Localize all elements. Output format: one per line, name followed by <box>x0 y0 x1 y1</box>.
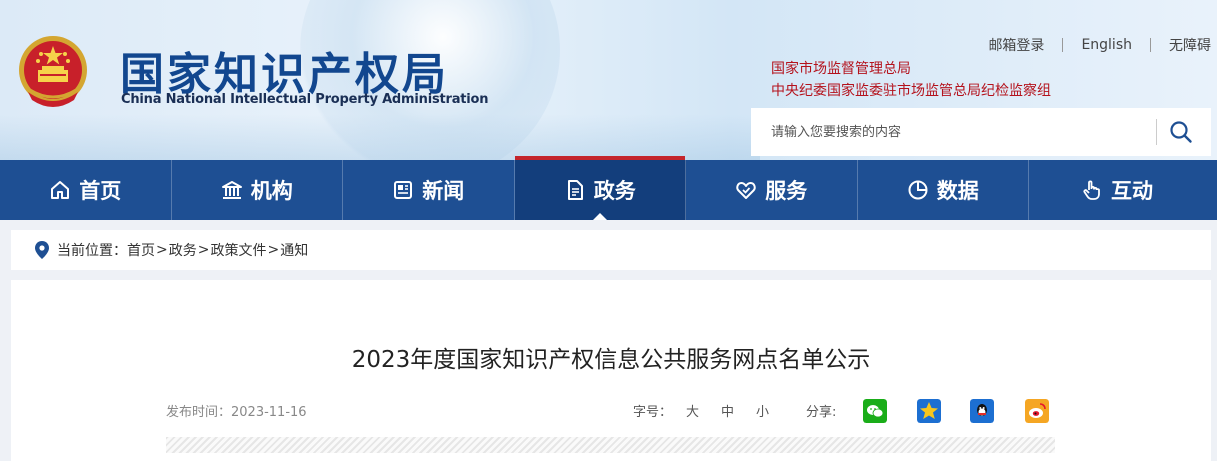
search-icon[interactable] <box>1169 120 1193 144</box>
breadcrumb-government[interactable]: 政务 <box>169 240 197 260</box>
national-emblem-icon <box>19 36 87 107</box>
font-size-small[interactable]: 小 <box>756 401 769 420</box>
nav-item-news[interactable]: 新闻 <box>343 160 515 220</box>
breadcrumb-policy-docs[interactable]: 政策文件 <box>210 240 266 260</box>
news-icon <box>394 181 413 199</box>
weibo-icon[interactable] <box>1025 399 1049 423</box>
search-input[interactable] <box>751 108 1156 156</box>
search-divider <box>1156 119 1157 145</box>
breadcrumb-separator: > <box>156 242 168 258</box>
document-icon <box>567 180 583 200</box>
top-links: 邮箱登录 English 无障碍 <box>970 35 1211 55</box>
nav-item-interaction[interactable]: 互动 <box>1029 160 1205 220</box>
top-link-email-login[interactable]: 邮箱登录 <box>970 35 1062 55</box>
location-pin-icon <box>35 241 49 259</box>
site-header: 国家知识产权局 China National Intellectual Prop… <box>0 0 1217 160</box>
nav-label: 政务 <box>593 179 636 203</box>
site-subtitle-en: China National Intellectual Property Adm… <box>121 92 489 107</box>
wechat-icon[interactable] <box>863 399 887 423</box>
qq-icon[interactable] <box>970 399 994 423</box>
font-size-label: 字号： <box>633 405 673 420</box>
heart-hand-icon <box>736 182 756 199</box>
breadcrumb-prefix: 当前位置： <box>57 243 127 259</box>
breadcrumb-separator: > <box>197 242 210 258</box>
nav-label: 首页 <box>79 179 122 203</box>
skyline-decoration <box>0 114 760 160</box>
divider-stripe <box>166 437 1055 453</box>
article-title: 2023年度国家知识产权信息公共服务网点名单公示 <box>351 347 871 373</box>
main-nav: 首页 机构 新闻 政务 服务 数据 互动 <box>0 156 1217 220</box>
breadcrumb-separator: > <box>267 242 280 258</box>
publish-date: 发布时间：2023-11-16 <box>166 405 307 420</box>
nav-label: 机构 <box>250 179 293 203</box>
home-icon <box>51 181 70 199</box>
nav-item-data[interactable]: 数据 <box>858 160 1029 220</box>
nav-label: 数据 <box>936 179 979 203</box>
hand-pointer-icon <box>1083 180 1100 200</box>
org-link-samr[interactable]: 国家市场监督管理总局 <box>771 58 911 78</box>
qzone-icon[interactable] <box>917 399 941 423</box>
institution-icon <box>221 181 242 199</box>
nav-item-government[interactable]: 政务 <box>514 156 686 220</box>
font-size-controls: 字号： 大 中 小 <box>633 401 769 420</box>
share-label: 分享: <box>806 405 837 420</box>
nav-item-service[interactable]: 服务 <box>686 160 858 220</box>
top-link-english[interactable]: English <box>1063 37 1150 53</box>
org-link-discipline[interactable]: 中央纪委国家监委驻市场监管总局纪检监察组 <box>771 80 1051 100</box>
nav-label: 新闻 <box>422 179 465 203</box>
breadcrumb-home[interactable]: 首页 <box>127 240 155 260</box>
top-link-accessibility[interactable]: 无障碍 <box>1151 35 1211 55</box>
nav-label: 互动 <box>1111 179 1153 203</box>
nav-item-home[interactable]: 首页 <box>0 160 172 220</box>
nav-label: 服务 <box>765 179 808 203</box>
pie-chart-icon <box>908 180 928 200</box>
breadcrumb: 当前位置： 首页 > 政务 > 政策文件 > 通知 <box>11 230 1211 270</box>
font-size-large[interactable]: 大 <box>686 401 699 420</box>
search-box <box>751 108 1211 156</box>
breadcrumb-notice[interactable]: 通知 <box>280 240 308 260</box>
article-panel: 2023年度国家知识产权信息公共服务网点名单公示 发布时间：2023-11-16… <box>11 280 1211 461</box>
nav-item-institution[interactable]: 机构 <box>172 160 343 220</box>
font-size-medium[interactable]: 中 <box>721 401 734 420</box>
